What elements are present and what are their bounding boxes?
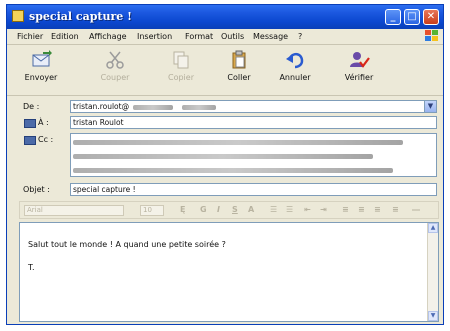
send-icon bbox=[32, 50, 52, 67]
address-book-icon[interactable] bbox=[24, 136, 36, 145]
redacted-text bbox=[73, 153, 373, 159]
menu-fichier[interactable]: Fichier bbox=[17, 32, 43, 41]
check-names-icon bbox=[350, 52, 370, 68]
align-left-icon[interactable]: ≡ bbox=[342, 205, 349, 214]
message-line: Salut tout le monde ! A quand une petite… bbox=[28, 240, 226, 249]
redacted-text bbox=[181, 104, 216, 110]
from-value: tristan.roulot@ bbox=[73, 102, 130, 111]
message-body[interactable]: Salut tout le monde ! A quand une petite… bbox=[19, 222, 439, 322]
title-bar[interactable]: special capture ! _ □ ✕ bbox=[7, 5, 443, 29]
menu-outils[interactable]: Outils bbox=[221, 32, 244, 41]
align-right-icon[interactable]: ≡ bbox=[374, 205, 381, 214]
cc-label: Cc : bbox=[38, 135, 54, 144]
paste-button[interactable]: Coller bbox=[213, 50, 265, 92]
bullet-list-icon[interactable]: ☰ bbox=[286, 205, 293, 214]
menu-affichage[interactable]: Affichage bbox=[89, 32, 127, 41]
font-size-select[interactable]: 10 bbox=[140, 205, 164, 216]
address-book-icon[interactable] bbox=[24, 119, 36, 128]
copy-button[interactable]: Copier bbox=[155, 50, 207, 92]
redacted-text bbox=[73, 139, 403, 145]
close-button[interactable]: ✕ bbox=[423, 9, 439, 25]
cut-button[interactable]: Couper bbox=[89, 50, 141, 92]
copy-icon bbox=[173, 51, 189, 69]
message-header: De : tristan.roulot@ ▼ À : tristan Roulo… bbox=[7, 96, 443, 199]
app-icon bbox=[12, 10, 24, 22]
justify-icon[interactable]: ≡ bbox=[392, 205, 399, 214]
paste-icon bbox=[232, 50, 246, 69]
align-center-icon[interactable]: ≡ bbox=[358, 205, 365, 214]
font-select[interactable]: Arial bbox=[24, 205, 124, 216]
menu-message[interactable]: Message bbox=[253, 32, 288, 41]
compose-window: special capture ! _ □ ✕ Fichier Edition … bbox=[6, 4, 444, 325]
to-label: À : bbox=[38, 118, 49, 127]
redacted-text bbox=[73, 167, 393, 173]
redacted-text bbox=[133, 104, 174, 110]
subject-field[interactable]: special capture ! bbox=[70, 183, 437, 196]
vertical-scrollbar[interactable]: ▲ ▼ bbox=[427, 223, 438, 321]
maximize-button[interactable]: □ bbox=[404, 9, 420, 25]
send-button[interactable]: Envoyer bbox=[15, 50, 67, 92]
menu-bar: Fichier Edition Affichage Insertion Form… bbox=[7, 29, 443, 45]
font-color-icon[interactable]: A bbox=[248, 205, 254, 214]
scroll-up-icon[interactable]: ▲ bbox=[428, 223, 438, 233]
toolbar: Envoyer Couper Copier Coller Annuler Vér… bbox=[7, 46, 443, 96]
check-names-button[interactable]: Vérifier bbox=[333, 50, 385, 92]
message-signature: T. bbox=[28, 263, 35, 272]
from-label: De : bbox=[23, 102, 40, 111]
to-field[interactable]: tristan Roulot bbox=[70, 116, 437, 129]
numbered-list-icon[interactable]: ☰ bbox=[270, 205, 277, 214]
scroll-down-icon[interactable]: ▼ bbox=[428, 311, 438, 321]
window-title: special capture ! bbox=[29, 10, 132, 23]
from-field[interactable]: tristan.roulot@ ▼ bbox=[70, 100, 437, 113]
subject-label: Objet : bbox=[23, 185, 50, 194]
scissors-icon bbox=[106, 51, 124, 69]
minimize-button[interactable]: _ bbox=[385, 9, 401, 25]
subject-value: special capture ! bbox=[73, 185, 136, 194]
windows-logo-icon bbox=[425, 30, 438, 41]
menu-help[interactable]: ? bbox=[298, 32, 302, 41]
undo-icon bbox=[286, 52, 304, 69]
menu-insertion[interactable]: Insertion bbox=[137, 32, 172, 41]
chevron-down-icon[interactable]: ▼ bbox=[424, 101, 436, 112]
increase-indent-icon[interactable]: ⇥ bbox=[320, 205, 327, 214]
formatting-toolbar: Arial 10 Ę G I S A ☰ ☰ ⇤ ⇥ ≡ ≡ ≡ ≡ ― bbox=[19, 201, 439, 219]
style-icon[interactable]: Ę bbox=[180, 205, 185, 214]
menu-edition[interactable]: Edition bbox=[51, 32, 79, 41]
undo-button[interactable]: Annuler bbox=[269, 50, 321, 92]
insert-line-icon[interactable]: ― bbox=[412, 205, 420, 214]
underline-icon[interactable]: S bbox=[232, 205, 238, 214]
bold-icon[interactable]: G bbox=[200, 205, 207, 214]
cc-field[interactable] bbox=[70, 133, 437, 177]
decrease-indent-icon[interactable]: ⇤ bbox=[304, 205, 311, 214]
menu-format[interactable]: Format bbox=[185, 32, 213, 41]
italic-icon[interactable]: I bbox=[217, 205, 220, 214]
to-value: tristan Roulot bbox=[73, 118, 124, 127]
